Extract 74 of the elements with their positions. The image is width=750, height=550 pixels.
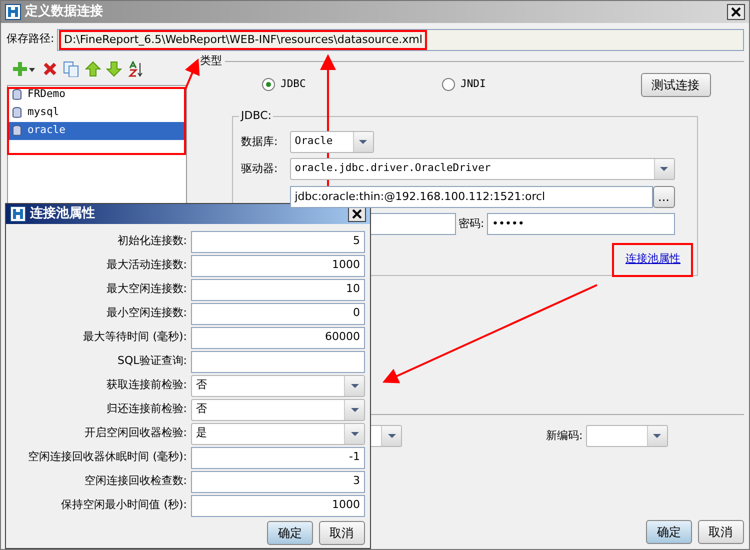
field-label: 空闲连接回收器休眠时间 (毫秒): (27, 449, 188, 466)
url-field[interactable]: jdbc:oracle:thin:@192.168.100.112:1521:orcl (290, 186, 654, 208)
input-field[interactable]: 60000 (191, 326, 365, 348)
connection-item[interactable]: oracle (8, 122, 186, 140)
field-label: 获取连接前检验: (105, 377, 188, 394)
input-field[interactable]: 3 (191, 470, 365, 492)
dialog-title: 连接池属性 (30, 204, 95, 224)
caret-icon (652, 433, 662, 440)
field-label: 初始化连接数: (116, 233, 188, 250)
dropdown[interactable]: 否 (191, 398, 365, 420)
field-label: 开启空闲回收器检验: (83, 425, 188, 442)
caret-icon (350, 430, 360, 436)
dropdown[interactable]: 是 (191, 422, 365, 444)
pool-settings-link[interactable]: 连接池属性 (612, 242, 692, 278)
field-label: 驱动器: (241, 161, 279, 177)
add-icon[interactable] (12, 61, 36, 78)
input-field[interactable]: 1000 (191, 494, 365, 516)
field-label: 最大活动连接数: (105, 257, 188, 274)
caret-icon (659, 166, 669, 172)
caret-icon (350, 406, 360, 412)
down-arrow-icon[interactable] (106, 61, 122, 78)
caret-icon (386, 433, 396, 440)
database-icon (12, 89, 22, 102)
field-label: 最小空闲连接数: (105, 305, 188, 322)
path-field[interactable]: D:\FineReport_6.5\WebReport\WEB-INF\resources\datasource.xml (56, 28, 744, 50)
input-field[interactable]: 10 (191, 278, 365, 300)
dropdown[interactable]: 否 (191, 374, 365, 396)
input-field[interactable]: -1 (191, 446, 365, 468)
test-connection-button[interactable]: 测试连接 (640, 72, 710, 97)
database-dropdown[interactable]: Oracle (290, 130, 374, 153)
browse-button[interactable]: ... (653, 186, 674, 208)
window-title: 定义数据连接 (25, 2, 103, 22)
connection-item[interactable]: FRDemo (8, 86, 186, 104)
password-field[interactable]: ••••• (486, 213, 674, 236)
input-field[interactable]: 0 (191, 302, 365, 324)
database-icon (12, 107, 22, 120)
sort-icon[interactable] (128, 61, 144, 78)
field-label: 密码: (458, 216, 484, 232)
driver-dropdown[interactable]: oracle.jdbc.driver.OracleDriver (290, 158, 674, 180)
caret-icon (350, 382, 360, 388)
field-label: 归还连接前检验: (105, 401, 188, 418)
delete-icon[interactable] (42, 61, 58, 78)
radio-label: JNDI (460, 76, 486, 92)
database-icon (12, 125, 22, 138)
field-label: 空闲连接回收检查数: (83, 473, 188, 490)
field-label: 最大等待时间 (毫秒): (82, 329, 188, 346)
input-field[interactable]: 1000 (191, 254, 365, 276)
close-button[interactable] (727, 4, 745, 20)
up-arrow-icon[interactable] (84, 61, 100, 78)
input-field[interactable] (191, 350, 365, 372)
radio-label: JDBC (280, 76, 306, 92)
field-label: SQL验证查询: (116, 353, 188, 370)
radio-button[interactable] (262, 78, 275, 92)
group-title: JDBC: (239, 108, 274, 124)
cancel-button[interactable]: 取消 (698, 520, 744, 544)
app-icon (10, 206, 26, 222)
close-icon (730, 6, 742, 18)
input-field[interactable]: 5 (191, 230, 365, 252)
annotation-arrow (184, 58, 200, 90)
field-label: 保存路径: (6, 31, 54, 48)
connection-item[interactable]: mysql (8, 104, 186, 122)
copy-icon[interactable] (63, 61, 79, 78)
ok-button[interactable]: 确定 (646, 520, 692, 544)
cancel-button[interactable]: 取消 (318, 521, 364, 546)
field-label: 数据库: (241, 134, 279, 150)
ok-button[interactable]: 确定 (267, 521, 313, 546)
field-label: 保持空闲最小时间值 (秒): (60, 497, 188, 514)
field-label: 新编码: (546, 428, 583, 444)
radio-button[interactable] (442, 78, 455, 92)
app-icon (5, 4, 21, 20)
field-label: 最大空闲连接数: (105, 281, 188, 298)
caret-icon (358, 138, 368, 145)
group-title: 类型 (200, 53, 222, 70)
close-icon (351, 208, 363, 220)
